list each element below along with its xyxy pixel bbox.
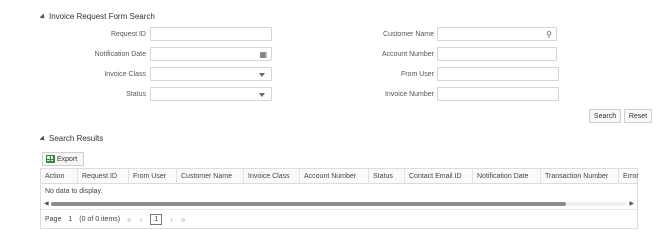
column-header-customer-name[interactable]: Customer Name	[177, 169, 244, 184]
scrollbar-thumb[interactable]	[51, 202, 566, 206]
account-number-input[interactable]	[437, 47, 557, 61]
search-section-title-text: Invoice Request Form Search	[49, 12, 155, 21]
collapse-icon[interactable]	[39, 12, 47, 21]
spreadsheet-icon	[46, 155, 55, 163]
notification-date-input[interactable]: ▦	[150, 47, 272, 61]
chevron-down-icon	[259, 93, 265, 97]
column-header-contact-email-id[interactable]: Contact Email ID	[405, 169, 473, 184]
status-label: Status	[126, 91, 146, 98]
invoice-number-input[interactable]	[437, 87, 559, 101]
request-id-label: Request ID	[110, 31, 146, 38]
scroll-left-icon[interactable]: ◀	[44, 200, 49, 208]
request-id-input[interactable]	[150, 27, 272, 41]
previous-page-icon[interactable]: ‹	[140, 215, 143, 224]
search-icon[interactable]: ⚲	[546, 30, 552, 40]
first-page-icon[interactable]: «	[127, 215, 131, 224]
next-page-icon[interactable]: ›	[170, 215, 173, 224]
horizontal-scrollbar[interactable]: ◀ ▶	[41, 200, 637, 208]
invoice-class-label: Invoice Class	[104, 71, 146, 78]
column-header-account-number[interactable]: Account Number	[300, 169, 369, 184]
invoice-class-select[interactable]	[150, 67, 272, 81]
items-summary: (0 of 0 items)	[79, 216, 121, 223]
page-label: Page	[45, 216, 62, 223]
current-page-box[interactable]: 1	[150, 214, 163, 225]
from-user-input[interactable]	[437, 67, 559, 81]
notification-date-label: Notification Date	[94, 51, 146, 58]
account-number-label: Account Number	[381, 51, 434, 58]
column-header-action[interactable]: Action	[41, 169, 78, 184]
from-user-label: From User	[400, 71, 434, 78]
collapse-icon[interactable]	[39, 134, 47, 143]
column-header-status[interactable]: Status	[369, 169, 405, 184]
empty-message: No data to display.	[45, 188, 103, 195]
column-header-notification-date[interactable]: Notification Date	[473, 169, 541, 184]
column-header-error[interactable]: Error	[619, 169, 639, 184]
customer-name-label: Customer Name	[383, 31, 434, 38]
calendar-icon[interactable]: ▦	[259, 50, 267, 60]
export-button-label: Export	[57, 155, 78, 163]
results-section-title-text: Search Results	[49, 134, 104, 143]
chevron-down-icon	[259, 73, 265, 77]
page-number[interactable]: 1	[68, 216, 72, 223]
results-table: Action Request ID From User Customer Nam…	[40, 168, 639, 229]
pagination: Page 1 (0 of 0 items) « ‹ 1 › »	[41, 209, 637, 229]
search-button[interactable]: Search	[589, 109, 621, 123]
table-header: Action Request ID From User Customer Nam…	[41, 169, 639, 184]
scroll-right-icon[interactable]: ▶	[629, 200, 634, 208]
column-header-request-id[interactable]: Request ID	[78, 169, 129, 184]
export-button[interactable]: Export	[42, 152, 84, 166]
results-section-title[interactable]: Search Results	[39, 134, 104, 143]
column-header-invoice-class[interactable]: Invoice Class	[244, 169, 300, 184]
column-header-from-user[interactable]: From User	[129, 169, 177, 184]
status-select[interactable]	[150, 87, 272, 101]
reset-button[interactable]: Reset	[624, 109, 652, 123]
search-section-title[interactable]: Invoice Request Form Search	[39, 12, 155, 21]
last-page-icon[interactable]: »	[181, 215, 185, 224]
column-header-transaction-number[interactable]: Transaction Number	[541, 169, 619, 184]
customer-name-input[interactable]: ⚲	[437, 27, 557, 41]
invoice-number-label: Invoice Number	[384, 91, 434, 98]
